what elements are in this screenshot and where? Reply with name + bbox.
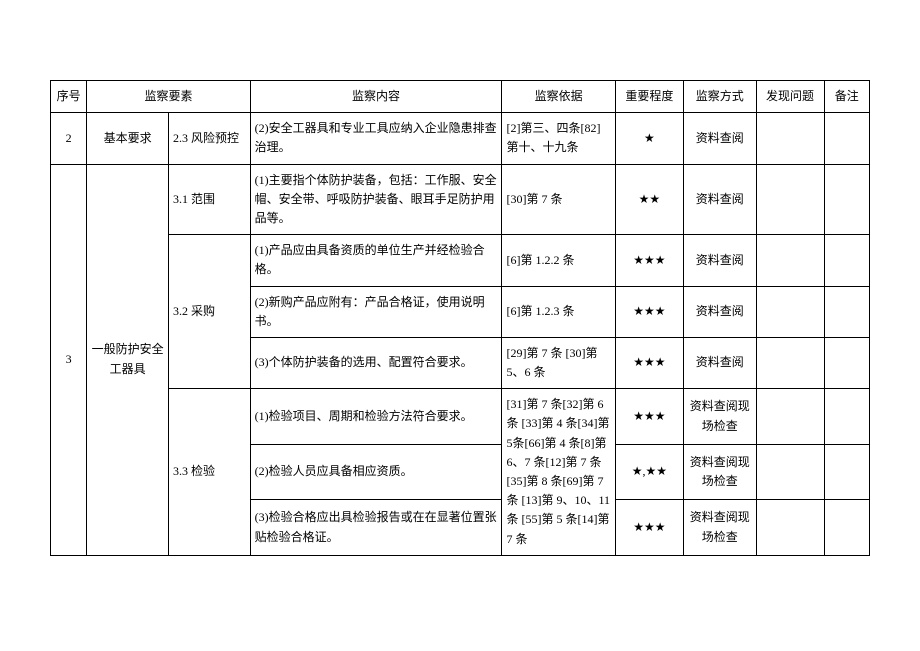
cell-basis: [2]第三、四条[82]第十、十九条 bbox=[502, 113, 615, 164]
cell-problem bbox=[756, 286, 824, 337]
cell-remark bbox=[824, 113, 869, 164]
cell-content: (1)产品应由具备资质的单位生产并经检验合格。 bbox=[250, 235, 502, 286]
cell-basis: [29]第 7 条 [30]第 5、6 条 bbox=[502, 337, 615, 388]
header-method: 监察方式 bbox=[683, 81, 756, 113]
cell-basis: [6]第 1.2.3 条 bbox=[502, 286, 615, 337]
cell-seq: 2 bbox=[51, 113, 87, 164]
header-element: 监察要素 bbox=[87, 81, 250, 113]
cell-element-b: 2.3 风险预控 bbox=[168, 113, 250, 164]
table-row: 2 基本要求 2.3 风险预控 (2)安全工器具和专业工具应纳入企业隐患排查治理… bbox=[51, 113, 870, 164]
cell-remark bbox=[824, 337, 869, 388]
cell-problem bbox=[756, 500, 824, 556]
cell-basis: [31]第 7 条[32]第 6条 [33]第 4 条[34]第 5条[66]第… bbox=[502, 389, 615, 556]
cell-problem bbox=[756, 235, 824, 286]
inspection-table: 序号 监察要素 监察内容 监察依据 重要程度 监察方式 发现问题 备注 2 基本… bbox=[50, 80, 870, 556]
cell-problem bbox=[756, 113, 824, 164]
cell-importance: ★★★ bbox=[615, 337, 683, 388]
cell-method: 资料查阅 bbox=[683, 286, 756, 337]
cell-content: (3)个体防护装备的选用、配置符合要求。 bbox=[250, 337, 502, 388]
header-problem: 发现问题 bbox=[756, 81, 824, 113]
cell-remark bbox=[824, 389, 869, 445]
cell-content: (2)检验人员应具备相应资质。 bbox=[250, 444, 502, 500]
cell-content: (1)检验项目、周期和检验方法符合要求。 bbox=[250, 389, 502, 445]
cell-problem bbox=[756, 164, 824, 235]
cell-content: (1)主要指个体防护装备，包括：工作服、安全帽、安全带、呼吸防护装备、眼耳手足防… bbox=[250, 164, 502, 235]
cell-remark bbox=[824, 164, 869, 235]
cell-problem bbox=[756, 337, 824, 388]
cell-element-a: 基本要求 bbox=[87, 113, 169, 164]
cell-importance: ★★★ bbox=[615, 235, 683, 286]
cell-content: (3)检验合格应出具检验报告或在在显著位置张贴检验合格证。 bbox=[250, 500, 502, 556]
cell-importance: ★★★ bbox=[615, 500, 683, 556]
cell-seq: 3 bbox=[51, 164, 87, 555]
header-remark: 备注 bbox=[824, 81, 869, 113]
cell-problem bbox=[756, 389, 824, 445]
cell-remark bbox=[824, 444, 869, 500]
table-header-row: 序号 监察要素 监察内容 监察依据 重要程度 监察方式 发现问题 备注 bbox=[51, 81, 870, 113]
cell-method: 资料查阅现场检查 bbox=[683, 389, 756, 445]
cell-method: 资料查阅 bbox=[683, 113, 756, 164]
header-seq: 序号 bbox=[51, 81, 87, 113]
header-basis: 监察依据 bbox=[502, 81, 615, 113]
cell-method: 资料查阅现场检查 bbox=[683, 500, 756, 556]
cell-problem bbox=[756, 444, 824, 500]
cell-method: 资料查阅 bbox=[683, 164, 756, 235]
cell-element-b: 3.3 检验 bbox=[168, 389, 250, 556]
cell-remark bbox=[824, 286, 869, 337]
cell-importance: ★★★ bbox=[615, 286, 683, 337]
cell-method: 资料查阅 bbox=[683, 235, 756, 286]
cell-basis: [6]第 1.2.2 条 bbox=[502, 235, 615, 286]
table-row: 3 一般防护安全工器具 3.1 范围 (1)主要指个体防护装备，包括：工作服、安… bbox=[51, 164, 870, 235]
cell-method: 资料查阅 bbox=[683, 337, 756, 388]
table-row: 3.2 采购 (1)产品应由具备资质的单位生产并经检验合格。 [6]第 1.2.… bbox=[51, 235, 870, 286]
cell-element-b: 3.2 采购 bbox=[168, 235, 250, 389]
cell-basis: [30]第 7 条 bbox=[502, 164, 615, 235]
cell-remark bbox=[824, 235, 869, 286]
cell-method: 资料查阅现场检查 bbox=[683, 444, 756, 500]
cell-importance: ★ bbox=[615, 113, 683, 164]
cell-importance: ★★ bbox=[615, 164, 683, 235]
cell-content: (2)新购产品应附有：产品合格证，使用说明书。 bbox=[250, 286, 502, 337]
header-importance: 重要程度 bbox=[615, 81, 683, 113]
cell-importance: ★,★★ bbox=[615, 444, 683, 500]
table-row: 3.3 检验 (1)检验项目、周期和检验方法符合要求。 [31]第 7 条[32… bbox=[51, 389, 870, 445]
cell-element-a: 一般防护安全工器具 bbox=[87, 164, 169, 555]
header-content: 监察内容 bbox=[250, 81, 502, 113]
cell-remark bbox=[824, 500, 869, 556]
cell-element-b: 3.1 范围 bbox=[168, 164, 250, 235]
cell-content: (2)安全工器具和专业工具应纳入企业隐患排查治理。 bbox=[250, 113, 502, 164]
cell-importance: ★★★ bbox=[615, 389, 683, 445]
